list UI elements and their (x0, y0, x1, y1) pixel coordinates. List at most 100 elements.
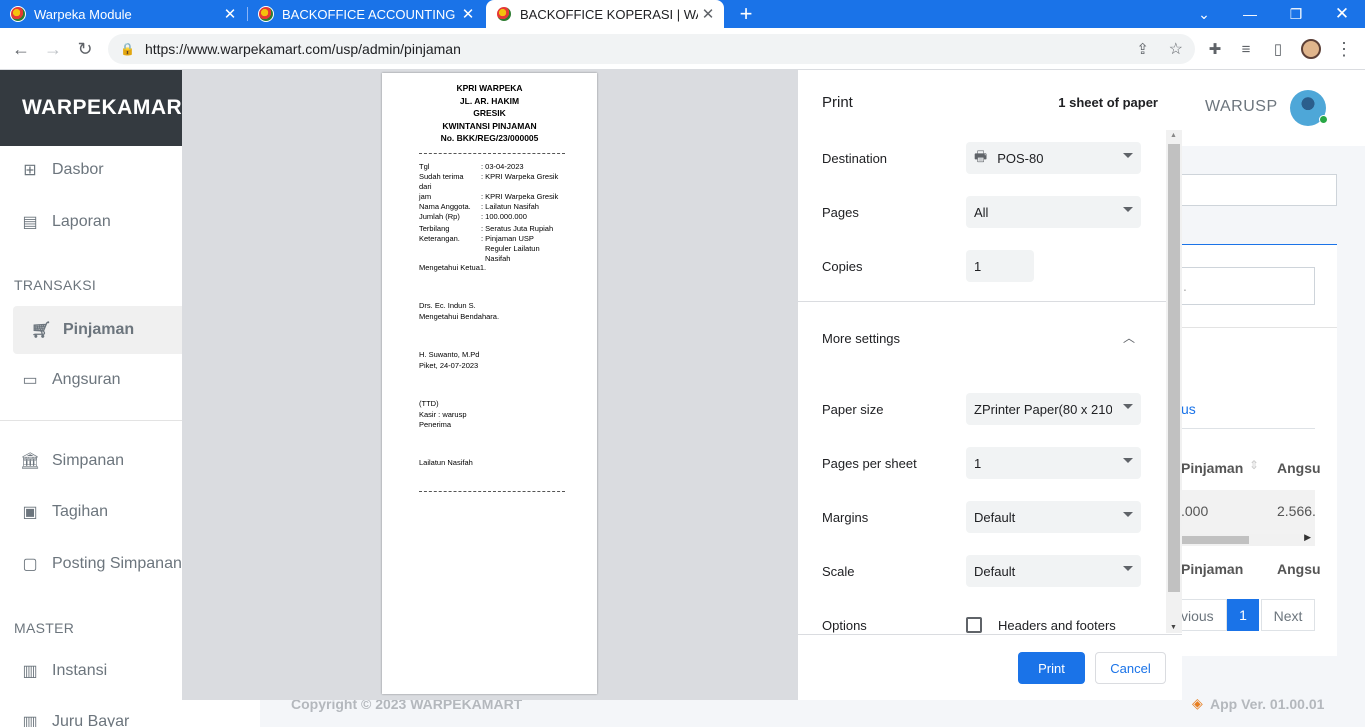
scrollbar-thumb[interactable] (1181, 536, 1249, 544)
copies-input[interactable]: 1 (966, 250, 1034, 282)
back-arrow-icon[interactable]: ← (8, 36, 34, 62)
favicon-icon (10, 6, 26, 22)
favicon-icon (258, 6, 274, 22)
receipt-mengetahui-ketua: Mengetahui Ketua1. (419, 263, 487, 272)
app-brand[interactable]: WARPEKAMART (0, 70, 195, 146)
receipt-mengetahui-bendahara: Mengetahui Bendahara. (419, 312, 500, 321)
print-settings-panel: Print 1 sheet of paper Destination 🖶︎ PO… (798, 70, 1182, 700)
pages-select[interactable]: All (966, 196, 1141, 228)
print-button[interactable]: Print (1018, 652, 1085, 684)
sidebar-item-posting-simpanan[interactable]: ▢ Posting Simpanan (0, 552, 182, 576)
paper-size-select[interactable]: ZPrinter Paper(80 x 210 mm) (966, 393, 1141, 425)
receipt-value: : KPRI Warpeka Gresik (481, 192, 559, 201)
close-tab-icon[interactable]: ✕ (698, 5, 718, 23)
sidebar-item-simpanan[interactable]: 🏛︎ Simpanan (0, 449, 182, 473)
tab-link[interactable]: us (1181, 401, 1196, 417)
table-divider (1181, 428, 1315, 429)
url-bar[interactable]: 🔒 https://www.warpekamart.com/usp/admin/… (108, 34, 1195, 64)
restore-icon[interactable]: ❐ (1273, 0, 1319, 28)
forward-arrow-icon[interactable]: → (40, 36, 66, 62)
paper-size-label: Paper size (822, 402, 884, 417)
scroll-up-icon[interactable]: ▲ (1170, 132, 1177, 139)
sidebar-item-angsuran[interactable]: ▭ Angsuran (0, 368, 182, 392)
sidebar-item-tagihan[interactable]: ▣ Tagihan (0, 500, 182, 524)
tab-backoffice-koperasi[interactable]: BACKOFFICE KOPERASI | WARPEKA ✕ (486, 0, 724, 28)
pager-next-button[interactable]: Next (1261, 599, 1315, 631)
tab-backoffice-accounting[interactable]: BACKOFFICE ACCOUNTING | WARPEKA ✕ (248, 0, 484, 28)
user-name[interactable]: WARUSP (1205, 98, 1278, 116)
scroll-down-icon[interactable]: ▼ (1170, 624, 1177, 631)
receipt-divider (419, 153, 565, 154)
pager-page-1-button[interactable]: 1 (1227, 599, 1259, 631)
receipt-header-line: KWINTANSI PINJAMAN (442, 120, 537, 131)
new-tab-button[interactable]: + (730, 0, 762, 28)
sidebar-item-pinjaman[interactable]: 🛒︎ Pinjaman (13, 306, 182, 354)
table-header-pinjaman[interactable]: Pinjaman (1181, 460, 1243, 476)
sidebar-item-label: Instansi (52, 662, 108, 679)
sidebar: ⊞ Dasbor ▤ Laporan TRANSAKSI 🛒︎ Pinjaman ▭ A… (0, 146, 182, 727)
book-icon: ▥ (22, 714, 38, 727)
table-header-angsuran[interactable]: Angsu (1277, 460, 1321, 476)
close-tab-icon[interactable]: ✕ (458, 5, 478, 23)
bookmark-star-icon[interactable]: ☆ (1169, 39, 1183, 59)
profile-avatar-icon[interactable] (1298, 36, 1324, 62)
scale-value: Default (974, 563, 1016, 579)
tab-warpeka-module[interactable]: Warpeka Module ✕ (0, 0, 246, 28)
settings-scrollbar[interactable]: ▲ ▼ (1166, 130, 1182, 633)
sidebar-item-label: Dasbor (52, 161, 104, 178)
sidebar-section-transaksi: TRANSAKSI (14, 277, 97, 293)
filter-input[interactable] (1181, 174, 1337, 206)
scroll-right-icon[interactable]: ▶ (1304, 532, 1311, 543)
sidebar-item-label: Tagihan (52, 503, 109, 520)
media-queue-icon[interactable]: ≡ (1233, 36, 1259, 62)
destination-label: Destination (822, 151, 888, 166)
minimize-icon[interactable]: — (1227, 0, 1273, 28)
share-icon[interactable]: ⇪ (1136, 40, 1149, 58)
sidebar-divider (0, 420, 182, 421)
book-icon: ▥ (22, 663, 38, 680)
search-input[interactable]: . (1181, 267, 1315, 305)
close-tab-icon[interactable]: ✕ (220, 5, 240, 23)
tab-search-icon[interactable]: ⌄ (1181, 0, 1227, 28)
extensions-icon[interactable]: ✚ (1202, 36, 1228, 62)
receipt-penerima-name: Lailatun Nasifah (419, 458, 473, 467)
scale-label: Scale (822, 564, 855, 579)
receipt-kasir: Kasir : warusp (419, 410, 467, 419)
margins-select[interactable]: Default (966, 501, 1141, 533)
receipt-row: Keterangan.: Pinjaman USP Reguler Lailat… (419, 234, 569, 263)
side-panel-icon[interactable]: ▯ (1265, 36, 1291, 62)
table-row: .000 2.566. (1181, 490, 1316, 534)
headers-footers-label[interactable]: Headers and footers (998, 618, 1116, 633)
sidebar-item-label: Pinjaman (63, 321, 135, 338)
receipt-header-line: No. BKK/REG/23/000005 (440, 133, 539, 143)
sidebar-item-instansi[interactable]: ▥ Instansi (0, 659, 182, 683)
receipt-value: : Seratus Juta Rupiah (481, 224, 554, 233)
horizontal-scrollbar[interactable]: ▶ (1181, 532, 1315, 546)
reload-icon[interactable]: ↻ (72, 36, 98, 62)
pages-label: Pages (822, 205, 859, 220)
pages-per-sheet-select[interactable]: 1 (966, 447, 1141, 479)
sidebar-item-dasbor[interactable]: ⊞ Dasbor (0, 158, 182, 182)
pager-previous-button[interactable]: vious (1181, 599, 1227, 631)
sort-icon[interactable]: ⇕ (1249, 458, 1259, 472)
destination-select[interactable]: 🖶︎ POS-80 (966, 142, 1141, 174)
headers-footers-checkbox[interactable] (966, 617, 982, 633)
scrollbar-thumb[interactable] (1168, 144, 1180, 592)
money-icon: ▭ (22, 372, 38, 389)
scale-select[interactable]: Default (966, 555, 1141, 587)
more-settings-toggle[interactable]: More settings (822, 331, 900, 346)
chevron-up-icon[interactable]: ︿ (1122, 329, 1136, 345)
browser-tab-bar: Warpeka Module ✕ BACKOFFICE ACCOUNTING |… (0, 0, 1365, 28)
close-window-icon[interactable]: ✕ (1319, 0, 1365, 28)
receipt-row: Jumlah (Rp): 100.000.000 (419, 212, 569, 222)
report-icon: ▤ (22, 214, 38, 231)
sidebar-item-laporan[interactable]: ▤ Laporan (0, 210, 182, 234)
receipt-key: Sudah terima dari (419, 172, 464, 191)
cancel-button[interactable]: Cancel (1095, 652, 1166, 684)
receipt-value: : KPRI Warpeka Gresik (481, 172, 559, 181)
menu-kebab-icon[interactable]: ⋮ (1331, 36, 1357, 62)
lock-icon: 🔒 (120, 42, 135, 56)
content-area: . us Pinjaman ⇕ Angsu .000 2.566. ▶ Pinj… (1181, 146, 1365, 727)
sidebar-item-juru-bayar[interactable]: ▥ Juru Bayar (0, 710, 182, 727)
dashboard-icon: ⊞ (23, 162, 37, 179)
